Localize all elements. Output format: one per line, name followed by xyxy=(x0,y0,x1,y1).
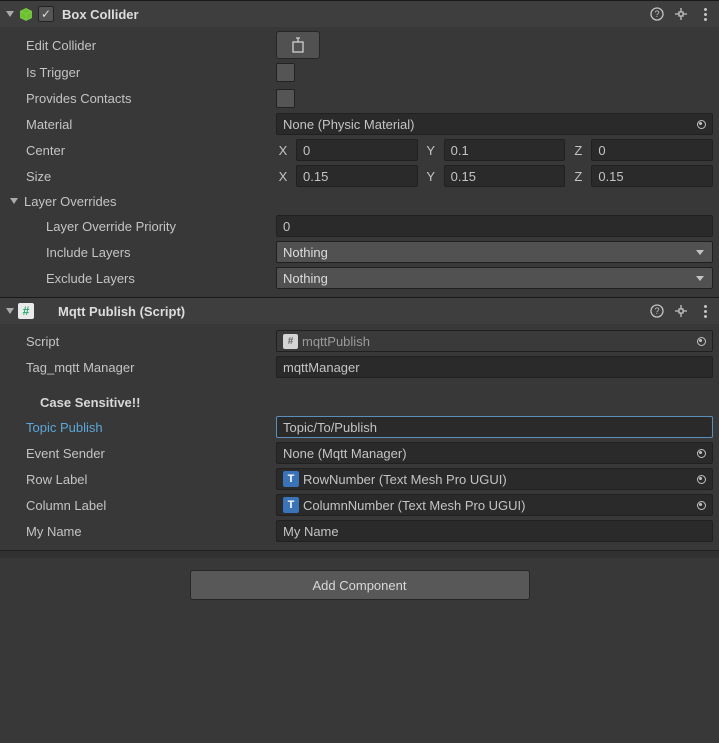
include-layers-label: Include Layers xyxy=(6,245,276,260)
foldout-icon[interactable] xyxy=(6,308,14,314)
row-label-value: RowNumber (Text Mesh Pro UGUI) xyxy=(303,472,507,487)
object-picker-icon[interactable] xyxy=(692,497,710,513)
text-component-icon: T xyxy=(283,471,299,487)
size-x-input[interactable]: 0.15 xyxy=(296,165,418,187)
box-collider-icon xyxy=(18,6,34,22)
edit-collider-button[interactable] xyxy=(276,31,320,59)
row-label-label: Row Label xyxy=(6,472,276,487)
layer-overrides-title: Layer Overrides xyxy=(24,194,116,209)
case-sensitive-note: Case Sensitive!! xyxy=(6,395,276,410)
foldout-icon[interactable] xyxy=(6,11,14,17)
object-picker-icon[interactable] xyxy=(692,333,710,349)
center-y-input[interactable]: 0.1 xyxy=(444,139,566,161)
is-trigger-checkbox[interactable] xyxy=(276,63,295,82)
exclude-layers-label: Exclude Layers xyxy=(6,271,276,286)
foldout-icon xyxy=(10,198,18,204)
help-icon[interactable]: ? xyxy=(649,303,665,319)
context-menu-icon[interactable] xyxy=(697,6,713,22)
provides-contacts-checkbox[interactable] xyxy=(276,89,295,108)
component-title: Mqtt Publish (Script) xyxy=(38,304,645,319)
row-label-field[interactable]: T RowNumber (Text Mesh Pro UGUI) xyxy=(276,468,713,490)
script-icon: # xyxy=(18,303,34,319)
is-trigger-label: Is Trigger xyxy=(6,65,276,80)
edit-collider-label: Edit Collider xyxy=(6,38,276,53)
separator xyxy=(0,550,719,558)
center-x-input[interactable]: 0 xyxy=(296,139,418,161)
script-value: mqttPublish xyxy=(302,334,370,349)
context-menu-icon[interactable] xyxy=(697,303,713,319)
component-enabled-checkbox[interactable]: ✓ xyxy=(38,6,54,22)
layer-overrides-foldout[interactable]: Layer Overrides xyxy=(6,189,713,213)
script-mini-icon: # xyxy=(283,334,298,349)
topic-publish-input[interactable]: Topic/To/Publish xyxy=(276,416,713,438)
size-y-input[interactable]: 0.15 xyxy=(444,165,566,187)
help-icon[interactable]: ? xyxy=(649,6,665,22)
material-field[interactable]: None (Physic Material) xyxy=(276,113,713,135)
object-picker-icon[interactable] xyxy=(692,471,710,487)
box-collider-component: ✓ Box Collider ? Edit Collider xyxy=(0,0,719,297)
material-label: Material xyxy=(6,117,276,132)
material-value: None (Physic Material) xyxy=(283,117,415,132)
component-title: Box Collider xyxy=(58,7,645,22)
layer-priority-label: Layer Override Priority xyxy=(6,219,276,234)
layer-priority-input[interactable]: 0 xyxy=(276,215,713,237)
box-collider-header[interactable]: ✓ Box Collider ? xyxy=(0,1,719,27)
mqtt-publish-component: # Mqtt Publish (Script) ? Script # xyxy=(0,297,719,550)
include-layers-dropdown[interactable]: Nothing xyxy=(276,241,713,263)
provides-contacts-label: Provides Contacts xyxy=(6,91,276,106)
my-name-label: My Name xyxy=(6,524,276,539)
tag-mqtt-manager-input[interactable]: mqttManager xyxy=(276,356,713,378)
mqtt-publish-header[interactable]: # Mqtt Publish (Script) ? xyxy=(0,298,719,324)
svg-text:?: ? xyxy=(654,306,659,316)
event-sender-value: None (Mqtt Manager) xyxy=(283,446,407,461)
event-sender-label: Event Sender xyxy=(6,446,276,461)
svg-text:?: ? xyxy=(654,9,659,19)
column-label-label: Column Label xyxy=(6,498,276,513)
tag-mqtt-manager-label: Tag_mqtt Manager xyxy=(6,360,276,375)
event-sender-field[interactable]: None (Mqtt Manager) xyxy=(276,442,713,464)
exclude-layers-dropdown[interactable]: Nothing xyxy=(276,267,713,289)
presets-icon[interactable] xyxy=(673,6,689,22)
size-z-input[interactable]: 0.15 xyxy=(591,165,713,187)
size-label: Size xyxy=(6,169,276,184)
topic-publish-label: Topic Publish xyxy=(6,420,276,435)
script-field: # mqttPublish xyxy=(276,330,713,352)
presets-icon[interactable] xyxy=(673,303,689,319)
object-picker-icon[interactable] xyxy=(692,116,710,132)
object-picker-icon[interactable] xyxy=(692,445,710,461)
center-z-input[interactable]: 0 xyxy=(591,139,713,161)
my-name-input[interactable]: My Name xyxy=(276,520,713,542)
column-label-field[interactable]: T ColumnNumber (Text Mesh Pro UGUI) xyxy=(276,494,713,516)
script-label: Script xyxy=(6,334,276,349)
text-component-icon: T xyxy=(283,497,299,513)
center-label: Center xyxy=(6,143,276,158)
column-label-value: ColumnNumber (Text Mesh Pro UGUI) xyxy=(303,498,526,513)
add-component-button[interactable]: Add Component xyxy=(190,570,530,600)
